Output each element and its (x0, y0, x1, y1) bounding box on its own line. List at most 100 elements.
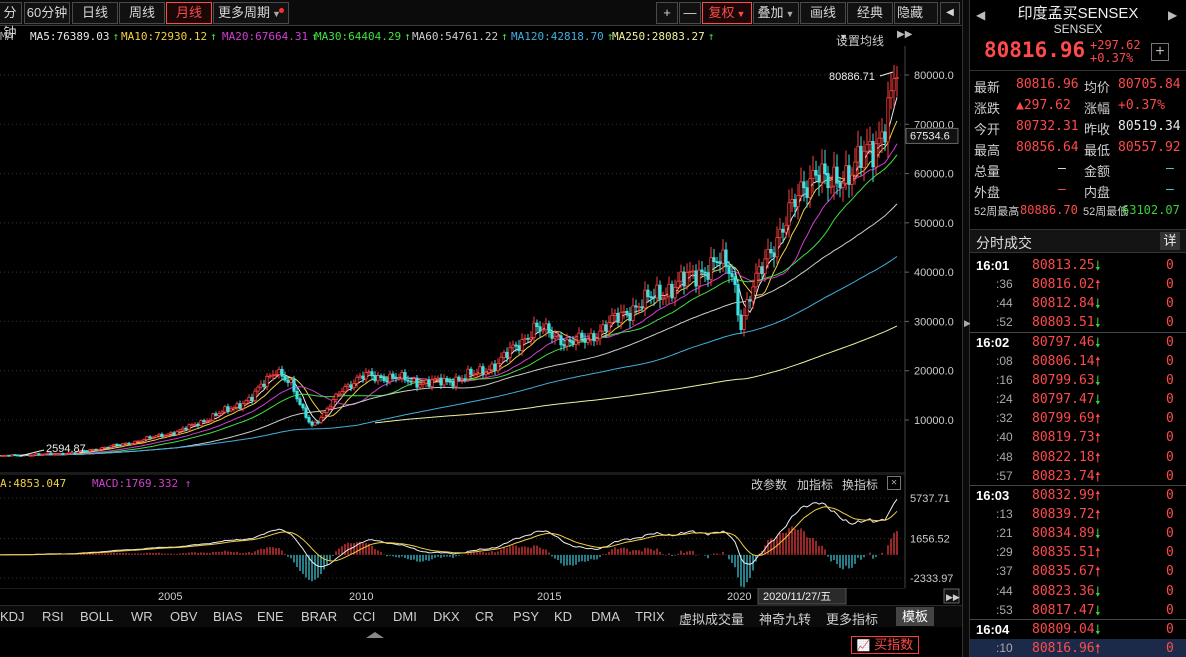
trade-row: :13 80839.72 🠕 0 (970, 505, 1186, 524)
candle (259, 383, 263, 388)
trade-time: :44 (996, 296, 1013, 311)
indicator-tab-8[interactable]: CCI (353, 609, 375, 624)
indicator-tab-1[interactable]: RSI (42, 609, 64, 624)
indicator-tab-17[interactable]: 神奇九转 (759, 609, 811, 628)
classic-button[interactable]: 经典 (847, 2, 893, 24)
candle (469, 368, 473, 375)
tab-minute[interactable]: 分钟 (0, 2, 22, 40)
caret-down-icon: ▼ (736, 9, 746, 19)
zoom-out-button[interactable]: — (679, 2, 701, 24)
candle (247, 396, 251, 402)
candle (238, 403, 242, 409)
indicator-tab-4[interactable]: OBV (170, 609, 197, 624)
buy-index-button[interactable]: 📈 买指数 (851, 636, 919, 654)
overlay-label: 叠加 (757, 5, 784, 20)
indicator-tab-7[interactable]: BRAR (301, 609, 337, 624)
trade-volume: 0 (1166, 392, 1174, 408)
add-watchlist-button[interactable]: + (1151, 43, 1169, 61)
candle (88, 449, 92, 452)
zoom-in-button[interactable]: + (656, 2, 678, 24)
candle (130, 443, 134, 445)
trade-price: 80834.89 (1032, 526, 1095, 542)
candle (10, 454, 14, 457)
menu-collapse-button[interactable]: ◀ (940, 2, 960, 24)
trades-detail-button[interactable]: 详 (1160, 232, 1180, 250)
tab-weekly[interactable]: 周线 (119, 2, 165, 24)
candlestick-chart[interactable]: 80000.070000.060000.050000.040000.030000… (0, 46, 962, 474)
indicator-tab-2[interactable]: BOLL (80, 609, 113, 624)
candle (223, 406, 227, 413)
candle (538, 326, 542, 332)
indicator-tab-18[interactable]: 更多指标 (826, 609, 878, 628)
tab-more-periods[interactable]: 更多周期 ▼ (213, 2, 289, 24)
tab-60min[interactable]: 60分钟 (24, 2, 70, 24)
trade-price: 80823.36 (1032, 583, 1095, 599)
indicator-tab-6[interactable]: ENE (257, 609, 284, 624)
overlay-button[interactable]: 叠加 ▼ (753, 2, 799, 24)
chevron-left-icon: ◀ (946, 7, 954, 18)
candle (868, 141, 872, 146)
hide-button[interactable]: 隐藏▶▶ (894, 2, 938, 40)
trade-volume: 0 (1166, 334, 1174, 350)
candle (604, 324, 608, 332)
ma250-line (374, 325, 898, 424)
trade-time: :40 (996, 430, 1013, 445)
candle (97, 448, 101, 451)
tab-daily[interactable]: 日线 (72, 2, 118, 24)
macd-chart[interactable]: 5737.71 1656.52 -2333.97 (0, 474, 962, 588)
trade-row: :53 80817.47 🠗 0 (970, 601, 1186, 620)
indicator-tab-5[interactable]: BIAS (213, 609, 243, 624)
candle (703, 271, 707, 274)
candle (100, 447, 104, 450)
security-code: SENSEX (1053, 22, 1103, 36)
indicator-tab-16[interactable]: 虚拟成交量 (679, 609, 744, 628)
candle (118, 444, 122, 447)
x-tick-2005: 2005 (158, 591, 182, 603)
trade-time: :08 (996, 353, 1013, 368)
candle (307, 417, 311, 423)
indicator-tab-10[interactable]: DKX (433, 609, 460, 624)
candle (175, 431, 179, 436)
trade-volume: 0 (1166, 430, 1174, 446)
candle (811, 169, 815, 180)
indicator-tab-3[interactable]: WR (131, 609, 153, 624)
trade-price: 80823.74 (1032, 468, 1095, 484)
scroll-up-handle[interactable] (366, 627, 384, 638)
indicator-tab-13[interactable]: KD (554, 609, 572, 624)
draw-line-button[interactable]: 画线 (800, 2, 846, 24)
indicator-tab-12[interactable]: PSY (513, 609, 539, 624)
trade-volume: 0 (1166, 583, 1174, 599)
candle (457, 376, 461, 380)
x-axis: 2005 2010 2015 2020 2020/11/27/五 ▶▶ (0, 588, 960, 605)
candle (112, 443, 116, 447)
y-tick-label: 30000.0 (914, 316, 954, 328)
indicator-tab-15[interactable]: TRIX (635, 609, 665, 624)
candle (865, 144, 869, 152)
candle (874, 143, 878, 168)
indicator-tab-19[interactable]: 模板 (896, 607, 935, 626)
trade-price: 80816.02 (1032, 277, 1095, 293)
indicator-tab-0[interactable]: KDJ (0, 609, 25, 624)
indicator-tab-11[interactable]: CR (475, 609, 494, 624)
trade-row: :44 80823.36 🠗 0 (970, 582, 1186, 601)
panel-splitter[interactable]: ▶ (962, 0, 971, 657)
ma-item: MA5:76389.03 ↑ (30, 30, 119, 43)
candle (190, 423, 194, 426)
candle (859, 145, 863, 168)
candle (325, 408, 329, 413)
week52-row: 52周最高 80886.70 52周最低 63102.07 (970, 200, 1186, 221)
trade-row: :52 80803.51 🠗 0 (970, 313, 1186, 332)
trade-volume: 0 (1166, 258, 1174, 273)
quote-value: — (1058, 182, 1066, 197)
indicator-tab-9[interactable]: DMI (393, 609, 417, 624)
fuquan-button[interactable]: 复权 ▼ (702, 2, 752, 24)
trade-price: 80797.46 (1032, 334, 1095, 350)
candle (715, 261, 719, 264)
candle (7, 454, 11, 457)
indicator-tab-14[interactable]: DMA (591, 609, 620, 624)
tab-monthly[interactable]: 月线 (166, 2, 212, 24)
arrow-up-icon: ↑ (210, 30, 217, 43)
candle (91, 448, 95, 451)
candle (886, 97, 890, 143)
candle (805, 187, 809, 198)
